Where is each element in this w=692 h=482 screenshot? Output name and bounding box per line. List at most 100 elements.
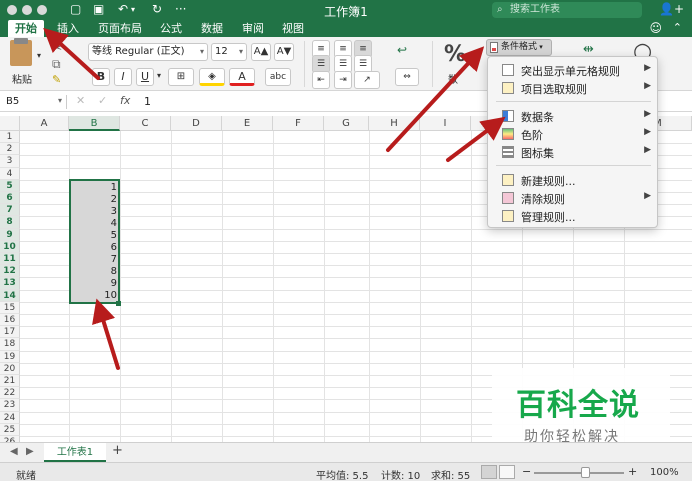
underline-dropdown-icon[interactable]: ▾ <box>157 71 161 80</box>
menu-item-icon-sets[interactable]: 图标集 ▶ <box>488 143 657 161</box>
tab-data[interactable]: 数据 <box>194 20 230 37</box>
row-header-14[interactable]: 14 <box>0 289 20 302</box>
sheet-tab-1[interactable]: 工作表1 <box>44 443 106 462</box>
add-sheet-button[interactable]: + <box>112 443 123 458</box>
row-header-13[interactable]: 13 <box>0 277 20 290</box>
row-header-8[interactable]: 8 <box>0 216 20 229</box>
conditional-format-button[interactable]: 条件格式 ▾ <box>486 39 552 56</box>
column-header-f[interactable]: F <box>273 116 324 131</box>
row-header-17[interactable]: 17 <box>0 326 20 339</box>
column-header-c[interactable]: C <box>120 116 171 131</box>
row-header-4[interactable]: 4 <box>0 167 20 180</box>
paste-label[interactable]: 粘贴 <box>12 71 32 86</box>
insert-function-icon[interactable]: fx <box>120 94 130 107</box>
tab-formulas[interactable]: 公式 <box>153 20 189 37</box>
phonetic-icon[interactable]: abc <box>265 68 291 86</box>
cut-icon[interactable]: ✂ <box>52 41 62 55</box>
cell-b7[interactable]: 3 <box>69 206 117 218</box>
underline-button[interactable]: U <box>136 68 154 86</box>
tab-view[interactable]: 视图 <box>275 20 311 37</box>
cell-b12[interactable]: 8 <box>69 266 117 278</box>
merge-center-icon[interactable]: ⇔ <box>395 68 419 86</box>
cell-b5[interactable]: 1 <box>69 182 117 194</box>
italic-button[interactable]: I <box>114 68 132 86</box>
shrink-font-button[interactable]: A▼ <box>274 43 294 61</box>
font-size-select[interactable]: 12 ▾ <box>211 43 247 61</box>
row-header-18[interactable]: 18 <box>0 338 20 351</box>
search-input[interactable]: ⌕ 搜索工作表 <box>492 2 642 18</box>
borders-icon[interactable]: ⊞ <box>168 68 194 86</box>
name-box-dropdown-icon[interactable]: ▾ <box>58 96 62 105</box>
row-header-3[interactable]: 3 <box>0 155 20 168</box>
row-header-5[interactable]: 5 <box>0 179 20 192</box>
row-header-20[interactable]: 20 <box>0 362 20 375</box>
row-header-25[interactable]: 25 <box>0 423 20 436</box>
row-header-19[interactable]: 19 <box>0 350 20 363</box>
prev-sheet-icon[interactable]: ◀ <box>10 446 18 457</box>
cell-b11[interactable]: 7 <box>69 254 117 266</box>
share-person-icon[interactable]: 👤+ <box>659 2 684 16</box>
row-header-6[interactable]: 6 <box>0 192 20 205</box>
fill-color-icon[interactable]: ◈ <box>199 68 225 86</box>
page-layout-view-icon[interactable] <box>499 465 515 479</box>
column-header-i[interactable]: I <box>420 116 471 131</box>
column-header-e[interactable]: E <box>222 116 273 131</box>
normal-view-icon[interactable] <box>481 465 497 479</box>
cell-b9[interactable]: 5 <box>69 230 117 242</box>
name-box[interactable]: B5 <box>6 94 62 110</box>
paste-dropdown-icon[interactable]: ▾ <box>37 51 41 60</box>
row-header-21[interactable]: 21 <box>0 375 20 388</box>
column-header-b[interactable]: B <box>69 116 120 131</box>
zoom-out-button[interactable]: − <box>522 465 531 478</box>
row-header-2[interactable]: 2 <box>0 143 20 156</box>
font-name-select[interactable]: 等线 Regular (正文) ▾ <box>88 43 208 61</box>
menu-item-manage-rules[interactable]: 管理规则... <box>488 207 657 225</box>
wrap-text-icon[interactable]: ↩ <box>397 43 407 57</box>
row-header-9[interactable]: 9 <box>0 228 20 241</box>
format-painter-icon[interactable]: ✎ <box>52 73 61 86</box>
column-header-g[interactable]: G <box>324 116 369 131</box>
tab-review[interactable]: 审阅 <box>235 20 271 37</box>
number-format-icon[interactable]: % <box>444 42 466 67</box>
bold-button[interactable]: B <box>92 68 110 86</box>
decrease-indent-icon[interactable]: ⇤ <box>312 71 330 89</box>
tab-insert[interactable]: 插入 <box>50 20 86 37</box>
cell-b13[interactable]: 9 <box>69 278 117 290</box>
menu-item-top-bottom-rules[interactable]: 项目选取规则 ▶ <box>488 79 657 97</box>
row-header-22[interactable]: 22 <box>0 387 20 400</box>
menu-item-clear-rules[interactable]: 清除规则 ▶ <box>488 189 657 207</box>
row-header-24[interactable]: 24 <box>0 411 20 424</box>
zoom-in-button[interactable]: + <box>628 465 637 478</box>
row-header-7[interactable]: 7 <box>0 204 20 217</box>
row-header-10[interactable]: 10 <box>0 240 20 253</box>
copy-icon[interactable]: ⧉ <box>52 57 61 72</box>
smile-feedback-icon[interactable]: ☺ <box>649 21 662 35</box>
confirm-icon[interactable]: ✓ <box>98 94 107 107</box>
menu-item-data-bars[interactable]: 数据条 ▶ <box>488 107 657 125</box>
row-header-23[interactable]: 23 <box>0 399 20 412</box>
select-all-corner[interactable] <box>0 116 20 131</box>
zoom-slider[interactable] <box>534 472 624 474</box>
menu-item-color-scales[interactable]: 色阶 ▶ <box>488 125 657 143</box>
cell-b6[interactable]: 2 <box>69 194 117 206</box>
tab-page-layout[interactable]: 页面布局 <box>91 20 149 37</box>
tab-home[interactable]: 开始 <box>8 20 44 37</box>
font-color-icon[interactable]: A <box>229 68 255 86</box>
cell-b10[interactable]: 6 <box>69 242 117 254</box>
grow-font-button[interactable]: A▲ <box>251 43 271 61</box>
insert-cells-icon[interactable]: ⇹ <box>583 42 594 57</box>
cell-b8[interactable]: 4 <box>69 218 117 230</box>
column-header-d[interactable]: D <box>171 116 222 131</box>
text-orientation-icon[interactable]: ↗ <box>354 71 380 89</box>
collapse-ribbon-icon[interactable]: ⌃ <box>673 21 682 34</box>
row-header-16[interactable]: 16 <box>0 314 20 327</box>
zoom-slider-thumb[interactable] <box>581 467 590 478</box>
formula-input[interactable]: 1 <box>144 95 151 108</box>
column-header-a[interactable]: A <box>20 116 69 131</box>
row-header-11[interactable]: 11 <box>0 253 20 266</box>
menu-item-highlight-rules[interactable]: 突出显示单元格规则 ▶ <box>488 61 657 79</box>
cell-b14[interactable]: 10 <box>69 290 117 302</box>
menu-item-new-rule[interactable]: 新建规则... <box>488 171 657 189</box>
next-sheet-icon[interactable]: ▶ <box>26 446 34 457</box>
column-header-h[interactable]: H <box>369 116 420 131</box>
